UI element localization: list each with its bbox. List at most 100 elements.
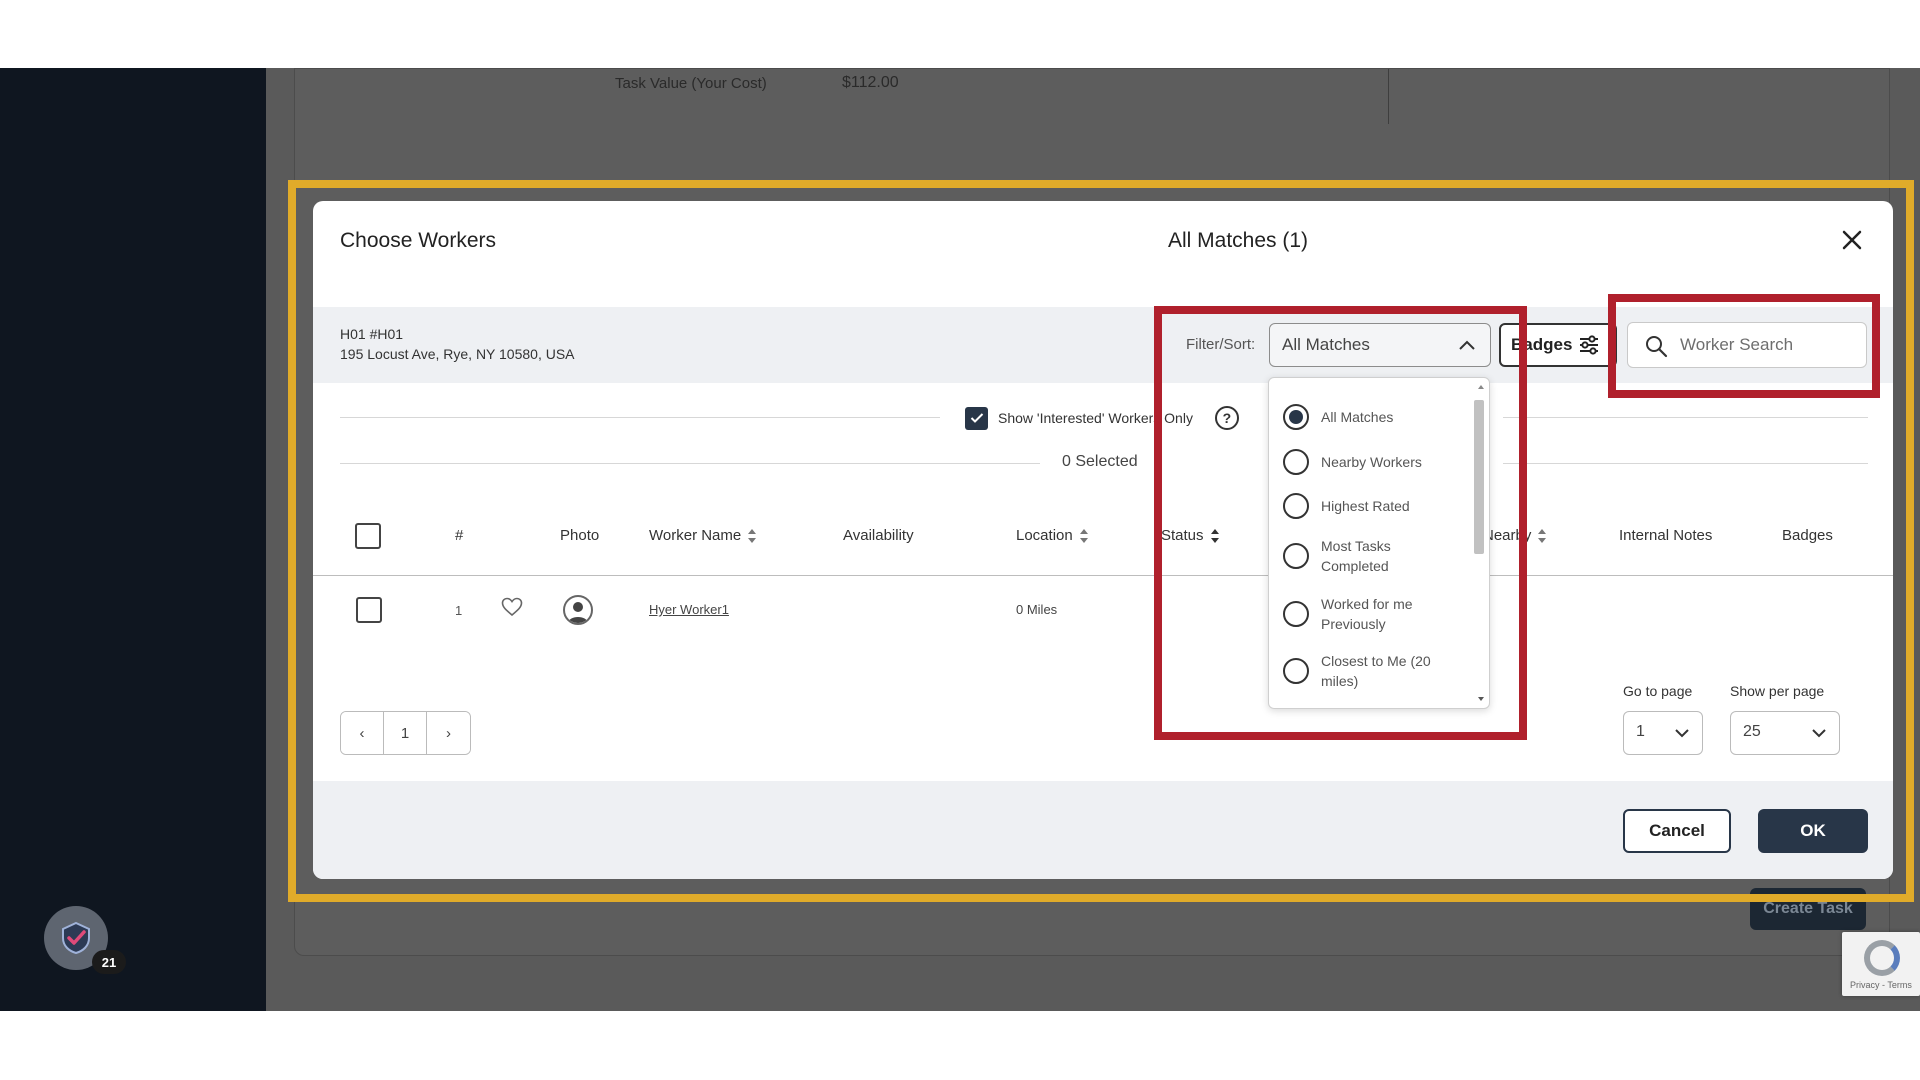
worker-search-box xyxy=(1627,322,1867,368)
filter-option-nearby-workers[interactable]: Nearby Workers xyxy=(1283,449,1422,475)
sort-icon xyxy=(1079,528,1088,543)
sort-icon xyxy=(1210,528,1219,543)
column-label: Nearby xyxy=(1483,527,1532,544)
check-icon xyxy=(970,413,983,423)
filter-sort-select[interactable]: All Matches xyxy=(1269,323,1491,367)
filter-option-label: Highest Rated xyxy=(1321,498,1410,514)
goto-page-select[interactable]: 1 xyxy=(1623,711,1703,755)
user-avatar-icon xyxy=(568,602,588,623)
per-page-value: 25 xyxy=(1743,723,1761,740)
close-icon xyxy=(1842,230,1862,250)
job-code: H01 #H01 xyxy=(340,326,404,342)
worker-search-input[interactable] xyxy=(1680,332,1860,358)
scroll-down-arrow-icon xyxy=(1478,697,1484,701)
column-label: Badges xyxy=(1782,527,1833,544)
sort-icon xyxy=(748,528,757,543)
task-value-label: Task Value (Your Cost) xyxy=(615,75,767,92)
divider xyxy=(1503,417,1868,418)
cancel-button[interactable]: Cancel xyxy=(1623,809,1731,853)
column-label: Location xyxy=(1016,527,1073,544)
column-header-badges: Badges xyxy=(1782,527,1833,544)
favorite-heart-icon[interactable] xyxy=(501,597,523,617)
checkmark-shield-icon xyxy=(62,921,90,955)
column-header-availability: Availability xyxy=(843,527,914,544)
column-header-nearby[interactable]: Nearby xyxy=(1483,527,1547,544)
sidebar xyxy=(0,68,266,1011)
badges-filter-button[interactable]: Badges xyxy=(1499,323,1617,367)
filter-option-label: Worked for me Previously xyxy=(1321,596,1413,632)
pagination: ‹ 1 › xyxy=(340,711,471,755)
recaptcha-text: Privacy - Terms xyxy=(1850,980,1912,990)
filter-option-label: Nearby Workers xyxy=(1321,454,1422,470)
interested-filter: Show 'Interested' Workers Only ? xyxy=(965,406,1239,430)
modal-footer: Cancel OK xyxy=(313,781,1893,879)
radio-button xyxy=(1283,543,1309,569)
prev-page-button[interactable]: ‹ xyxy=(341,712,384,754)
worker-name-link[interactable]: Hyer Worker1 xyxy=(649,602,729,617)
column-header-status[interactable]: Status xyxy=(1161,527,1220,544)
column-label: # xyxy=(455,527,464,544)
background-divider xyxy=(1388,69,1389,124)
filter-sort-value: All Matches xyxy=(1282,335,1370,354)
badges-filter-label: Badges xyxy=(1511,335,1573,354)
recaptcha-badge: Privacy - Terms xyxy=(1842,932,1920,996)
column-header-number: # xyxy=(455,527,463,544)
worker-location: 0 Miles xyxy=(1016,602,1058,617)
per-page-label: Show per page xyxy=(1730,683,1825,699)
interested-only-label: Show 'Interested' Workers Only xyxy=(998,410,1193,426)
filter-option-all-matches[interactable]: All Matches xyxy=(1283,404,1393,430)
chat-notification-badge: 21 xyxy=(92,950,126,974)
radio-button xyxy=(1283,658,1309,684)
row-number: 1 xyxy=(455,603,463,618)
chevron-up-icon xyxy=(1459,340,1475,350)
scrollbar-thumb[interactable] xyxy=(1474,400,1484,554)
column-header-internal-notes: Internal Notes xyxy=(1619,527,1712,544)
divider xyxy=(340,417,940,418)
radio-button xyxy=(1283,493,1309,519)
filter-option-highest-rated[interactable]: Highest Rated xyxy=(1283,493,1410,519)
column-header-worker-name[interactable]: Worker Name xyxy=(649,527,757,544)
choose-workers-modal: Choose Workers All Matches (1) H01 #H01 … xyxy=(313,201,1893,879)
row-select-checkbox[interactable] xyxy=(356,597,382,623)
chevron-down-icon xyxy=(1812,729,1826,738)
matches-title: All Matches (1) xyxy=(1167,229,1309,252)
column-header-photo: Photo xyxy=(560,527,599,544)
column-label: Status xyxy=(1161,527,1204,544)
interested-only-checkbox[interactable] xyxy=(965,406,988,430)
filter-option-closest-to-me[interactable]: Closest to Me (20 miles) xyxy=(1283,651,1433,691)
scroll-up-arrow-icon xyxy=(1478,385,1484,389)
recaptcha-icon xyxy=(1864,940,1900,976)
filter-option-label: Most Tasks Completed xyxy=(1321,538,1391,574)
create-task-button[interactable]: Create Task xyxy=(1750,888,1866,930)
sliders-icon xyxy=(1580,335,1599,355)
goto-page-value: 1 xyxy=(1636,723,1645,740)
next-page-button[interactable]: › xyxy=(427,712,470,754)
search-icon xyxy=(1646,336,1668,358)
current-page[interactable]: 1 xyxy=(384,712,427,754)
column-header-location[interactable]: Location xyxy=(1016,527,1089,544)
table-header-divider xyxy=(313,575,1893,576)
dropdown-scrollbar[interactable] xyxy=(1474,382,1487,704)
select-all-checkbox[interactable] xyxy=(355,523,381,549)
filter-option-label: All Matches xyxy=(1321,409,1394,425)
column-label: Worker Name xyxy=(649,527,742,544)
selected-count: 0 Selected xyxy=(1062,453,1138,470)
radio-button xyxy=(1283,601,1309,627)
chevron-down-icon xyxy=(1675,729,1689,738)
column-label: Photo xyxy=(560,527,600,544)
help-icon[interactable]: ? xyxy=(1214,406,1239,430)
chat-launcher-button[interactable]: 21 xyxy=(44,906,126,974)
divider xyxy=(340,463,1040,464)
close-button[interactable] xyxy=(1839,227,1865,253)
filter-option-label: Closest to Me (20 miles) xyxy=(1321,653,1431,689)
task-value-amount: $112.00 xyxy=(842,74,899,91)
ok-button[interactable]: OK xyxy=(1758,809,1868,853)
filter-sort-label: Filter/Sort: xyxy=(1186,336,1256,353)
filter-option-worked-previously[interactable]: Worked for me Previously xyxy=(1283,594,1459,634)
job-info-bar: H01 #H01 195 Locust Ave, Rye, NY 10580, … xyxy=(313,307,1893,383)
avatar xyxy=(563,595,593,625)
goto-page-label: Go to page xyxy=(1623,683,1693,699)
filter-option-most-tasks-completed[interactable]: Most Tasks Completed xyxy=(1283,536,1433,576)
filter-sort-dropdown: All Matches Nearby Workers Highest Rated… xyxy=(1268,377,1490,709)
per-page-select[interactable]: 25 xyxy=(1730,711,1840,755)
